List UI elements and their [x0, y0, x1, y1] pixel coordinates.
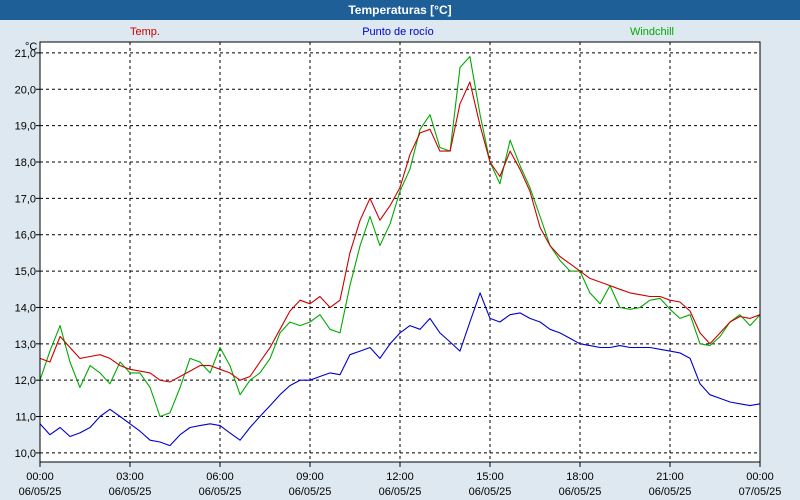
y-tick-label: 17,0 [15, 193, 36, 205]
x-tick-date: 06/05/25 [469, 486, 512, 498]
legend-dew-point: Punto de rocío [362, 26, 434, 38]
x-tick-date: 06/05/25 [559, 486, 602, 498]
y-tick-label: 11,0 [15, 412, 36, 424]
y-tick-label: 18,0 [15, 157, 36, 169]
y-tick-label: 15,0 [15, 266, 36, 278]
x-tick-date: 06/05/25 [379, 486, 422, 498]
x-tick-date: 06/05/25 [289, 486, 332, 498]
x-tick-time: 12:00 [386, 471, 414, 483]
legend-windchill: Windchill [630, 26, 674, 38]
y-tick-label: 14,0 [15, 302, 36, 314]
y-tick-label: 20,0 [15, 84, 36, 96]
x-tick-time: 06:00 [206, 471, 234, 483]
x-tick-time: 09:00 [296, 471, 324, 483]
y-tick-label: 10,0 [15, 448, 36, 460]
x-tick-time: 21:00 [656, 471, 684, 483]
x-tick-time: 00:00 [746, 471, 774, 483]
y-tick-label: 13,0 [15, 339, 36, 351]
x-tick-time: 15:00 [476, 471, 504, 483]
y-tick-label: 16,0 [15, 230, 36, 242]
y-tick-label: 19,0 [15, 121, 36, 133]
x-tick-time: 18:00 [566, 471, 594, 483]
x-tick-time: 03:00 [116, 471, 144, 483]
y-tick-label: 12,0 [15, 375, 36, 387]
y-axis-label: °C [25, 41, 37, 53]
chart-window: Temperaturas [°C] 10,0 11,0 12,0 13,0 14,0 15… [0, 0, 800, 500]
x-tick-date: 07/05/25 [739, 486, 782, 498]
window-title: Temperaturas [°C] [0, 0, 800, 20]
x-tick-date: 06/05/25 [199, 486, 242, 498]
x-tick-time: 00:00 [26, 471, 54, 483]
legend-temp: Temp. [130, 26, 160, 38]
x-tick-date: 06/05/25 [649, 486, 692, 498]
temperature-chart: 10,0 11,0 12,0 13,0 14,0 15,0 16,0 17,0 18,0 19,0… [0, 20, 800, 500]
x-tick-date: 06/05/25 [109, 486, 152, 498]
x-tick-date: 06/05/25 [19, 486, 62, 498]
